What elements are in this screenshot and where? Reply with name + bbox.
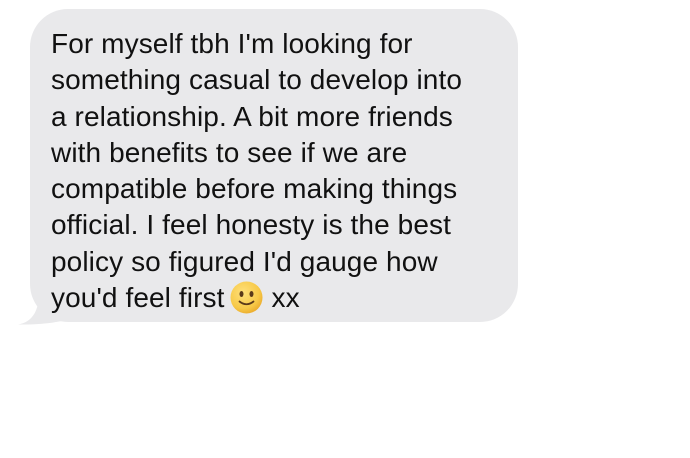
message-line: official. I feel honesty is the best <box>51 209 451 241</box>
message-thread: For myself tbh I'm looking for something… <box>0 0 690 458</box>
message-line: with benefits to see if we are <box>51 136 408 168</box>
received-message[interactable]: For myself tbh I'm looking for something… <box>18 9 518 325</box>
message-line: something casual to develop into <box>51 64 463 96</box>
message-line: a relationship. A bit more friends <box>51 100 453 132</box>
message-text-before-emoji: you'd feel first <box>51 282 225 314</box>
message-line: For myself tbh I'm looking for <box>51 28 413 59</box>
slightly-smiling-face-icon <box>230 281 263 314</box>
message-line: compatible before making things <box>51 173 458 205</box>
message-text-after-emoji: xx <box>271 282 300 314</box>
message-line-last: you'd feel first xx <box>51 280 506 316</box>
message-line: policy so figured I'd gauge how <box>51 245 438 277</box>
message-text: For myself tbh I'm looking for something… <box>51 26 506 316</box>
